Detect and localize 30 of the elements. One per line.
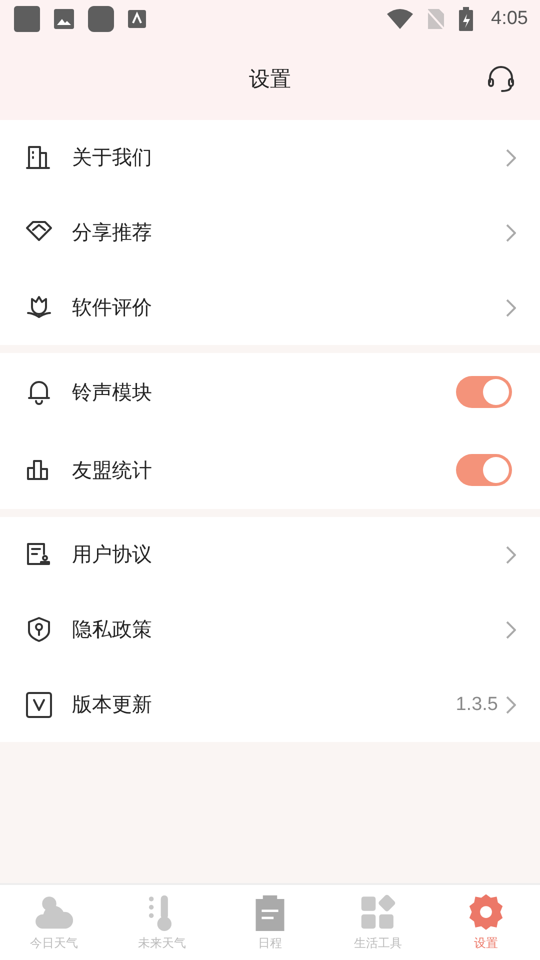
version-icon xyxy=(24,690,54,720)
image-icon xyxy=(54,9,74,29)
toggle-switch[interactable] xyxy=(456,454,512,486)
notification-icon xyxy=(14,6,40,32)
setting-label[interactable]: 友盟统计 xyxy=(72,456,456,484)
setting-label[interactable]: 软件评价 xyxy=(72,294,506,321)
headset-icon[interactable] xyxy=(486,64,516,94)
app-grid-icon xyxy=(359,893,397,931)
toggle-switch[interactable] xyxy=(456,376,512,408)
chevron-right-icon xyxy=(506,224,516,242)
notification-icon xyxy=(88,6,114,32)
battery-icon xyxy=(459,7,474,31)
setting-label[interactable]: 关于我们 xyxy=(72,144,506,171)
notification-icon xyxy=(128,10,146,28)
chevron-right-icon xyxy=(506,148,516,166)
setting-label[interactable]: 版本更新 xyxy=(72,691,456,718)
wifi-icon xyxy=(387,9,414,29)
chevron-right-icon xyxy=(506,696,516,714)
page-title: 设置 xyxy=(249,66,291,93)
status-time: 4:05 xyxy=(491,8,528,30)
chevron-right-icon xyxy=(506,620,516,638)
version-number: 1.3.5 xyxy=(456,694,498,716)
setting-label[interactable]: 分享推荐 xyxy=(72,219,506,246)
setting-label[interactable]: 隐私政策 xyxy=(72,616,506,643)
chevron-right-icon xyxy=(506,298,516,316)
setting-label[interactable]: 用户协议 xyxy=(72,541,506,568)
settings-icon xyxy=(467,893,505,931)
setting-label[interactable]: 铃声模块 xyxy=(72,378,456,406)
no-sim-icon xyxy=(427,8,446,30)
chevron-right-icon xyxy=(506,546,516,564)
